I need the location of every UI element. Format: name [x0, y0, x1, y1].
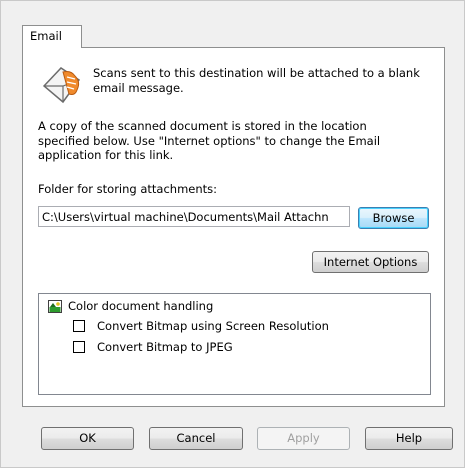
help-button[interactable]: Help	[365, 427, 453, 450]
internet-options-button[interactable]: Internet Options	[312, 251, 429, 273]
email-envelope-icon	[42, 67, 81, 104]
folder-path-input[interactable]	[38, 206, 350, 227]
email-properties-dialog: Email Scans sent to this destination wil…	[0, 0, 465, 468]
convert-screen-resolution-option[interactable]: Convert Bitmap using Screen Resolution	[73, 319, 329, 333]
color-handling-tree: Color document handling Convert Bitmap u…	[38, 293, 431, 395]
storage-info-text: A copy of the scanned document is stored…	[38, 119, 381, 162]
convert-screen-resolution-checkbox[interactable]	[73, 320, 85, 332]
tab-email-label: Email	[30, 29, 62, 43]
convert-jpeg-label: Convert Bitmap to JPEG	[97, 340, 233, 354]
destination-description: Scans sent to this destination will be a…	[93, 66, 420, 95]
folder-label: Folder for storing attachments:	[38, 182, 218, 196]
cancel-button[interactable]: Cancel	[149, 427, 243, 450]
color-handling-group-label: Color document handling	[68, 299, 214, 313]
convert-screen-resolution-label: Convert Bitmap using Screen Resolution	[97, 319, 329, 333]
tab-email[interactable]: Email	[22, 25, 82, 48]
convert-jpeg-checkbox[interactable]	[73, 341, 85, 353]
color-document-icon	[48, 300, 62, 313]
apply-button[interactable]: Apply	[257, 427, 350, 450]
browse-button[interactable]: Browse	[358, 207, 429, 229]
ok-button[interactable]: OK	[41, 427, 134, 450]
convert-jpeg-option[interactable]: Convert Bitmap to JPEG	[73, 340, 233, 354]
